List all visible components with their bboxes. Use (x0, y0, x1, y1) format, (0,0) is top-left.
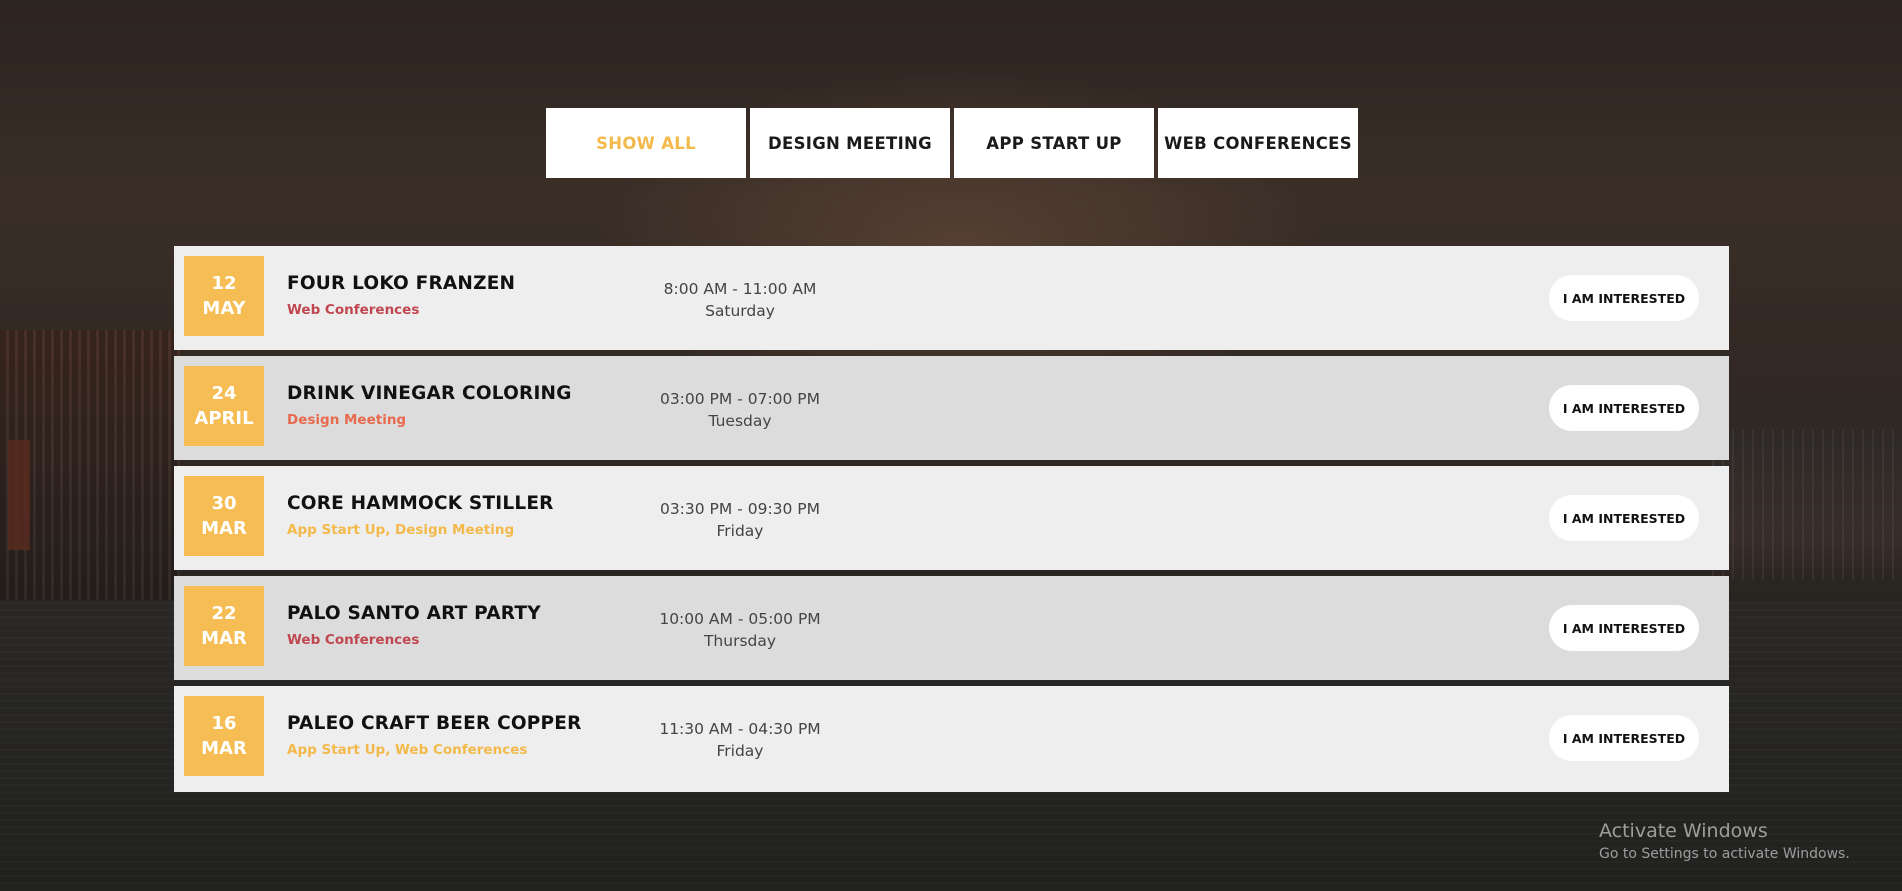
event-title: PALEO CRAFT BEER COPPER (287, 713, 582, 734)
event-day: 12 (211, 273, 237, 294)
activate-windows-title: Activate Windows (1599, 820, 1768, 842)
i-am-interested-button[interactable]: I AM INTERESTED (1549, 715, 1699, 761)
i-am-interested-button[interactable]: I AM INTERESTED (1549, 605, 1699, 651)
event-title: DRINK VINEGAR COLORING (287, 383, 572, 404)
event-time: 10:00 AM - 05:00 PM Thursday (640, 608, 840, 652)
event-day: 16 (211, 713, 237, 734)
event-date-badge: 16 MAR (184, 696, 264, 776)
event-day: 30 (211, 493, 237, 514)
event-row: 30 MAR CORE HAMMOCK STILLER App Start Up… (174, 466, 1729, 570)
event-time: 8:00 AM - 11:00 AM Saturday (640, 278, 840, 322)
event-time: 03:00 PM - 07:00 PM Tuesday (640, 388, 840, 432)
event-date-badge: 30 MAR (184, 476, 264, 556)
event-time-range: 03:00 PM - 07:00 PM (659, 390, 821, 408)
event-categories: Web Conferences (287, 632, 420, 648)
event-weekday: Thursday (703, 632, 777, 650)
event-month: APRIL (194, 408, 254, 429)
event-title: PALO SANTO ART PARTY (287, 603, 541, 624)
city-lights-decoration (1712, 430, 1902, 580)
event-time-range: 8:00 AM - 11:00 AM (663, 280, 817, 298)
activate-windows-subtitle: Go to Settings to activate Windows. (1599, 846, 1850, 862)
event-month: MAR (201, 738, 247, 759)
event-time-range: 11:30 AM - 04:30 PM (659, 720, 821, 738)
filter-show-all-button[interactable]: SHOW ALL (546, 108, 746, 178)
filter-web-conferences-button[interactable]: WEB CONFERENCES (1158, 108, 1358, 178)
event-time: 03:30 PM - 09:30 PM Friday (640, 498, 840, 542)
event-row: 12 MAY FOUR LOKO FRANZEN Web Conferences… (174, 246, 1729, 350)
event-categories: App Start Up, Web Conferences (287, 742, 528, 758)
event-row: 24 APRIL DRINK VINEGAR COLORING Design M… (174, 356, 1729, 460)
filter-design-meeting-button[interactable]: DESIGN MEETING (750, 108, 950, 178)
event-row: 22 MAR PALO SANTO ART PARTY Web Conferen… (174, 576, 1729, 680)
event-date-badge: 22 MAR (184, 586, 264, 666)
event-month: MAY (202, 298, 246, 319)
event-categories: Web Conferences (287, 302, 420, 318)
event-categories: Design Meeting (287, 412, 407, 428)
event-time-range: 03:30 PM - 09:30 PM (659, 500, 821, 518)
event-row: 16 MAR PALEO CRAFT BEER COPPER App Start… (174, 686, 1729, 792)
event-title: FOUR LOKO FRANZEN (287, 273, 516, 294)
event-title: CORE HAMMOCK STILLER (287, 493, 554, 514)
event-filter-tabs: SHOW ALL DESIGN MEETING APP START UP WEB… (546, 108, 1358, 178)
bridge-tower-decoration (8, 440, 30, 550)
page-background: SHOW ALL DESIGN MEETING APP START UP WEB… (0, 0, 1902, 891)
event-weekday: Friday (716, 522, 764, 540)
event-categories: App Start Up, Design Meeting (287, 522, 515, 538)
event-time: 11:30 AM - 04:30 PM Friday (640, 718, 840, 762)
event-day: 24 (211, 383, 237, 404)
event-month: MAR (201, 518, 247, 539)
filter-app-start-up-button[interactable]: APP START UP (954, 108, 1154, 178)
event-date-badge: 12 MAY (184, 256, 264, 336)
i-am-interested-button[interactable]: I AM INTERESTED (1549, 495, 1699, 541)
event-day: 22 (211, 603, 237, 624)
event-month: MAR (201, 628, 247, 649)
event-weekday: Friday (716, 742, 764, 760)
event-date-badge: 24 APRIL (184, 366, 264, 446)
i-am-interested-button[interactable]: I AM INTERESTED (1549, 275, 1699, 321)
event-weekday: Tuesday (708, 412, 772, 430)
events-list: 12 MAY FOUR LOKO FRANZEN Web Conferences… (174, 246, 1729, 792)
i-am-interested-button[interactable]: I AM INTERESTED (1549, 385, 1699, 431)
activate-windows-watermark: Activate Windows Go to Settings to activ… (1599, 820, 1850, 862)
event-weekday: Saturday (705, 302, 775, 320)
event-time-range: 10:00 AM - 05:00 PM (659, 610, 821, 628)
